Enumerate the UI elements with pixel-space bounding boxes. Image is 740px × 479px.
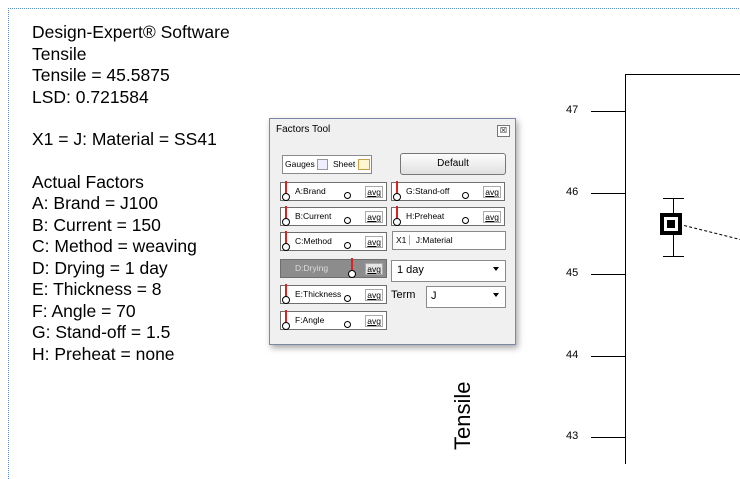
factor-h: H: Preheat = none [32, 343, 175, 364]
gauge-knob[interactable] [348, 270, 356, 278]
view-tabs: Gauges Sheet [282, 155, 372, 174]
lsd-cap-top [663, 198, 684, 199]
y-axis [625, 74, 626, 464]
avg-button[interactable]: avg [365, 211, 383, 223]
response-name: Tensile [32, 43, 87, 64]
gauge-knob[interactable] [282, 296, 290, 304]
avg-marker-icon [344, 217, 351, 224]
factor-b: B: Current = 150 [32, 214, 161, 235]
term-select[interactable]: J [426, 286, 506, 308]
avg-marker-icon [344, 321, 351, 328]
gauge-label: A:Brand [295, 186, 326, 196]
x1-label: X1 [393, 235, 411, 245]
close-icon[interactable]: ☒ [497, 125, 510, 137]
response-value: Tensile = 45.5875 [32, 65, 170, 85]
gauge-knob[interactable] [282, 322, 290, 330]
y-tick-46 [591, 193, 625, 194]
tab-sheet[interactable]: Sheet [333, 157, 370, 172]
term-value: J [431, 290, 437, 302]
gauge-a-brand[interactable]: A:Brand avg [280, 181, 387, 201]
y-tick-label-45: 45 [566, 267, 579, 279]
term-label: Term [391, 289, 416, 301]
factor-c: C: Method = weaving [32, 236, 197, 256]
plot-top-border [625, 74, 740, 75]
factor-f: F: Angle = 70 [32, 300, 136, 321]
gauge-d-drying[interactable]: D:Drying avg [280, 258, 387, 278]
y-tick-44 [591, 356, 625, 357]
drying-level-select[interactable]: 1 day [391, 260, 506, 282]
gauge-label: H:Preheat [406, 211, 445, 221]
avg-marker-icon [344, 295, 351, 302]
y-tick-label-44: 44 [566, 349, 579, 361]
gauge-label: C:Method [295, 236, 332, 246]
y-tick-47 [591, 111, 625, 112]
default-button[interactable]: Default [400, 153, 506, 175]
gauge-label: G:Stand-off [406, 186, 450, 196]
avg-button[interactable]: avg [365, 289, 383, 301]
gauge-label: D:Drying [295, 263, 329, 273]
gauge-knob[interactable] [282, 218, 290, 226]
sheet-icon [357, 159, 370, 171]
tab-gauges-label: Gauges [285, 159, 315, 169]
gauge-f-angle[interactable]: F:Angle avg [280, 310, 387, 330]
lsd-cap-bottom [663, 256, 684, 257]
avg-button[interactable]: avg [365, 315, 383, 327]
avg-button[interactable]: avg [365, 186, 383, 198]
gauge-knob[interactable] [393, 193, 401, 201]
info-panel: Design-Expert® Software Tensile Tensile … [32, 22, 230, 365]
drying-level-value: 1 day [397, 264, 424, 276]
gauge-label: E:Thickness [295, 289, 342, 299]
y-axis-label: Tensile [450, 381, 475, 450]
y-tick-label-43: 43 [566, 430, 579, 442]
gauge-h-preheat[interactable]: H:Preheat avg [391, 206, 505, 226]
factor-d: D: Drying = 1 day [32, 257, 168, 278]
avg-button[interactable]: avg [483, 211, 501, 223]
gauge-knob[interactable] [282, 243, 290, 251]
design-point-marker[interactable] [660, 213, 682, 235]
chevron-down-icon [493, 267, 499, 271]
y-tick-45 [591, 274, 625, 275]
x1-value: J:Material [415, 235, 453, 245]
avg-button[interactable]: avg [365, 236, 383, 248]
tab-gauges[interactable]: Gauges [285, 157, 329, 172]
actual-factors-title: Actual Factors [32, 171, 144, 192]
gauge-c-method[interactable]: C:Method avg [280, 231, 387, 251]
avg-marker-icon [344, 242, 351, 249]
factors-tool-window[interactable]: Factors Tool ☒ Gauges Sheet Default A:Br… [269, 118, 516, 345]
gauge-knob[interactable] [282, 193, 290, 201]
avg-marker-icon [462, 217, 469, 224]
y-tick-label-46: 46 [566, 186, 579, 198]
gauge-b-current[interactable]: B:Current avg [280, 206, 387, 226]
y-tick-label-47: 47 [566, 104, 579, 116]
tab-sheet-label: Sheet [333, 159, 356, 169]
factor-a: A: Brand = J100 [32, 193, 158, 213]
avg-button[interactable]: avg [483, 186, 501, 198]
factor-g: G: Stand-off = 1.5 [32, 322, 171, 342]
x1-factor: X1 = J: Material = SS41 [32, 129, 217, 149]
avg-button[interactable]: avg [365, 263, 383, 275]
gauge-knob[interactable] [393, 218, 401, 226]
y-tick-43 [591, 437, 625, 438]
gauge-label: B:Current [295, 211, 332, 221]
gauge-e-thickness[interactable]: E:Thickness avg [280, 284, 387, 304]
gauge-label: F:Angle [295, 315, 325, 325]
factors-tool-title: Factors Tool [276, 124, 331, 135]
avg-marker-icon [344, 192, 351, 199]
chevron-down-icon [493, 293, 499, 297]
software-name: Design-Expert® Software [32, 22, 230, 42]
gauge-g-standoff[interactable]: G:Stand-off avg [391, 181, 505, 201]
lsd-value: LSD: 0.721584 [32, 86, 149, 107]
gauges-icon [317, 159, 329, 171]
x1-factor-box: X1 J:Material [392, 231, 506, 250]
avg-marker-icon [462, 192, 469, 199]
factor-e: E: Thickness = 8 [32, 279, 162, 299]
